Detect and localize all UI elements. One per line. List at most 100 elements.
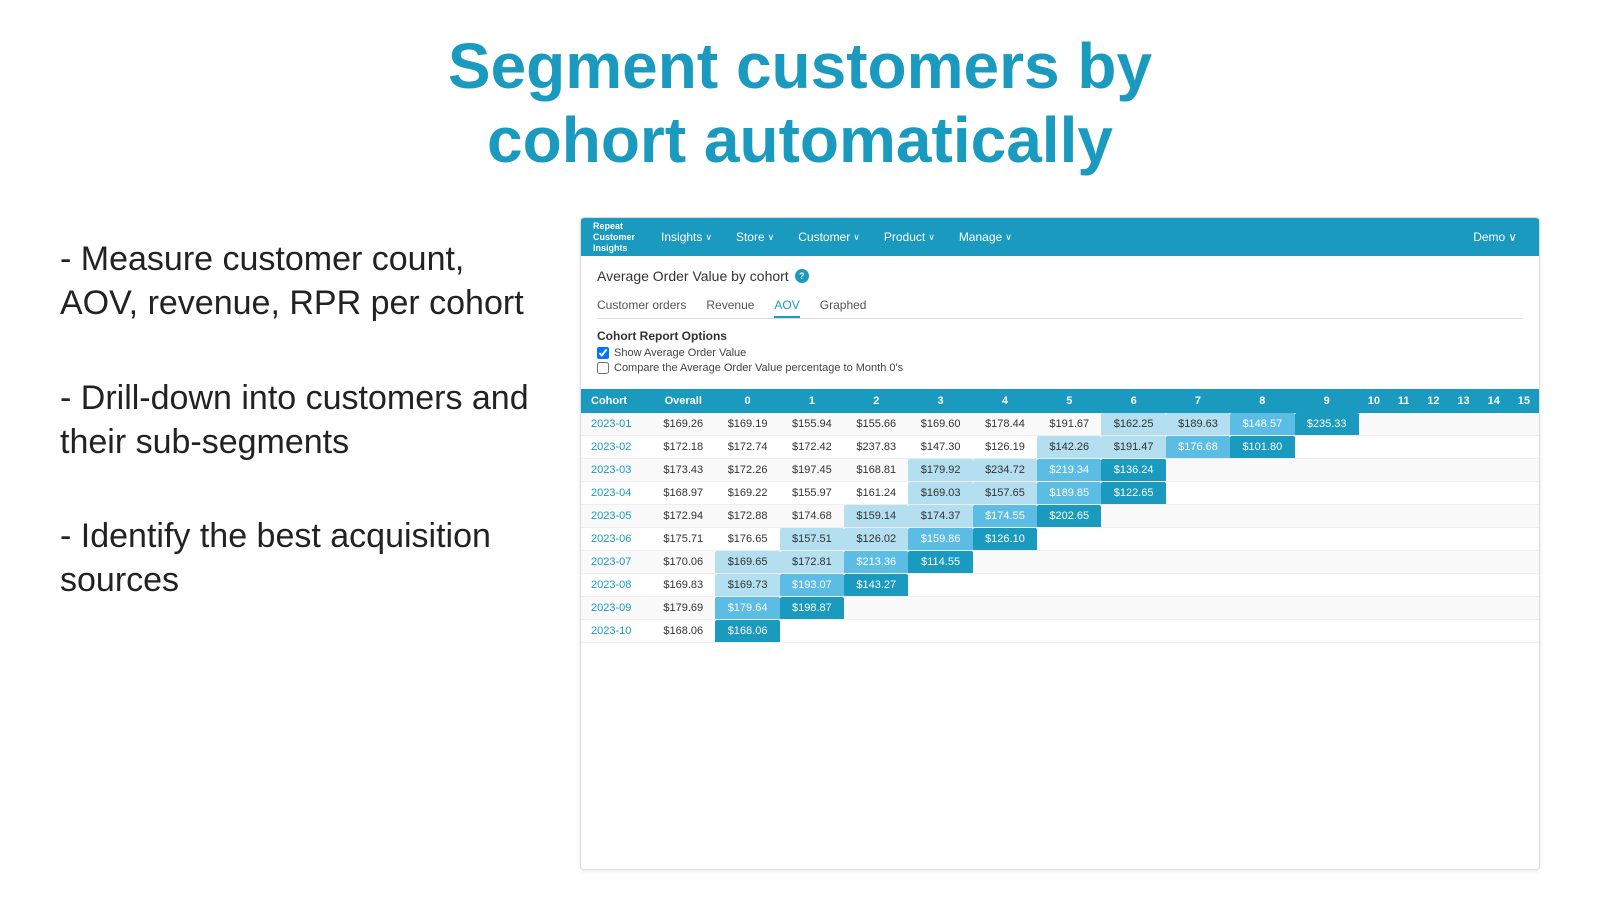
help-icon[interactable]: ? xyxy=(795,269,809,283)
cell-value xyxy=(1449,620,1479,643)
cell-cohort[interactable]: 2023-10 xyxy=(581,620,651,643)
cell-value xyxy=(1479,574,1509,597)
cell-cohort[interactable]: 2023-03 xyxy=(581,459,651,482)
checkbox2-label: Compare the Average Order Value percenta… xyxy=(614,362,903,374)
cell-value xyxy=(1509,574,1539,597)
cell-value xyxy=(1418,620,1448,643)
cell-value: $161.24 xyxy=(844,482,908,505)
cell-value xyxy=(1166,551,1230,574)
cell-cohort[interactable]: 2023-05 xyxy=(581,505,651,528)
cell-value xyxy=(1295,505,1359,528)
cell-value xyxy=(1418,413,1448,436)
cell-value xyxy=(1449,436,1479,459)
tab-customer-orders[interactable]: Customer orders xyxy=(597,294,686,318)
col-0: 0 xyxy=(715,389,779,413)
cell-value: $155.66 xyxy=(844,413,908,436)
cell-cohort[interactable]: 2023-06 xyxy=(581,528,651,551)
nav-store[interactable]: Store ∨ xyxy=(726,226,784,248)
cell-cohort[interactable]: 2023-07 xyxy=(581,551,651,574)
nav-customer[interactable]: Customer ∨ xyxy=(788,226,870,248)
cell-overall: $169.83 xyxy=(651,574,715,597)
cell-value xyxy=(1037,620,1101,643)
cell-value xyxy=(1359,413,1389,436)
table-row: 2023-04$168.97$169.22$155.97$161.24$169.… xyxy=(581,482,1539,505)
cell-value xyxy=(1389,597,1418,620)
cell-value: $172.81 xyxy=(780,551,844,574)
cell-value xyxy=(844,597,908,620)
cell-overall: $179.69 xyxy=(651,597,715,620)
cell-value xyxy=(973,620,1037,643)
checkbox-row-2: Compare the Average Order Value percenta… xyxy=(597,362,1523,374)
table-row: 2023-01$169.26$169.19$155.94$155.66$169.… xyxy=(581,413,1539,436)
bullet-2: - Drill-down into customers and their su… xyxy=(60,376,540,464)
show-aov-checkbox[interactable] xyxy=(597,347,609,359)
nav-demo[interactable]: Demo ∨ xyxy=(1463,226,1527,248)
cell-value xyxy=(1479,505,1509,528)
cell-cohort[interactable]: 2023-01 xyxy=(581,413,651,436)
cell-overall: $172.94 xyxy=(651,505,715,528)
bullet-3: - Identify the best acquisition sources xyxy=(60,514,540,602)
cell-value xyxy=(1037,574,1101,597)
tab-revenue[interactable]: Revenue xyxy=(706,294,754,318)
content-area: - Measure customer count, AOV, revenue, … xyxy=(60,217,1540,870)
cell-value: $176.68 xyxy=(1166,436,1230,459)
cell-value xyxy=(1359,459,1389,482)
compare-aov-checkbox[interactable] xyxy=(597,362,609,374)
cell-value: $172.26 xyxy=(715,459,779,482)
nav-insights[interactable]: Insights ∨ xyxy=(651,226,722,248)
cell-value: $191.47 xyxy=(1101,436,1165,459)
cell-value xyxy=(1295,436,1359,459)
cell-value: $213.36 xyxy=(844,551,908,574)
cell-value: $178.44 xyxy=(973,413,1037,436)
cell-value: $143.27 xyxy=(844,574,908,597)
cell-value xyxy=(1166,505,1230,528)
table-header-row: Cohort Overall 0 1 2 3 4 5 6 7 8 9 xyxy=(581,389,1539,413)
cell-value: $136.24 xyxy=(1101,459,1165,482)
nav-manage[interactable]: Manage ∨ xyxy=(949,226,1022,248)
cell-value xyxy=(1389,574,1418,597)
cell-value xyxy=(780,620,844,643)
nav-product[interactable]: Product ∨ xyxy=(874,226,945,248)
cell-value xyxy=(1359,528,1389,551)
cell-overall: $173.43 xyxy=(651,459,715,482)
col-4: 4 xyxy=(973,389,1037,413)
table-row: 2023-06$175.71$176.65$157.51$126.02$159.… xyxy=(581,528,1539,551)
app-panel: RepeatCustomerInsights Insights ∨ Store … xyxy=(580,217,1540,870)
cell-cohort[interactable]: 2023-09 xyxy=(581,597,651,620)
cell-value xyxy=(1101,620,1165,643)
cell-value xyxy=(1418,551,1448,574)
cell-value xyxy=(1389,459,1418,482)
cell-cohort[interactable]: 2023-02 xyxy=(581,436,651,459)
cell-value xyxy=(1479,551,1509,574)
cell-cohort[interactable]: 2023-04 xyxy=(581,482,651,505)
cohort-options-title: Cohort Report Options xyxy=(597,329,1523,343)
title-section: Segment customers by cohort automaticall… xyxy=(60,30,1540,177)
cell-value xyxy=(1418,505,1448,528)
page-container: Segment customers by cohort automaticall… xyxy=(0,0,1600,900)
cell-value: $193.07 xyxy=(780,574,844,597)
cell-value: $234.72 xyxy=(973,459,1037,482)
cell-value: $122.65 xyxy=(1101,482,1165,505)
cell-value xyxy=(1418,436,1448,459)
tab-aov[interactable]: AOV xyxy=(774,294,799,318)
cell-value: $169.19 xyxy=(715,413,779,436)
cell-value xyxy=(1449,459,1479,482)
col-cohort: Cohort xyxy=(581,389,651,413)
cell-value xyxy=(908,620,972,643)
cell-value xyxy=(1449,574,1479,597)
left-panel: - Measure customer count, AOV, revenue, … xyxy=(60,217,540,870)
cell-overall: $169.26 xyxy=(651,413,715,436)
nav-logo: RepeatCustomerInsights xyxy=(593,221,635,253)
cell-value: $172.88 xyxy=(715,505,779,528)
cell-cohort[interactable]: 2023-08 xyxy=(581,574,651,597)
table-row: 2023-05$172.94$172.88$174.68$159.14$174.… xyxy=(581,505,1539,528)
cell-value: $169.22 xyxy=(715,482,779,505)
report-header: Average Order Value by cohort ? Customer… xyxy=(581,256,1539,389)
cell-value: $235.33 xyxy=(1295,413,1359,436)
cell-value xyxy=(1230,597,1294,620)
table-row: 2023-03$173.43$172.26$197.45$168.81$179.… xyxy=(581,459,1539,482)
tab-graphed[interactable]: Graphed xyxy=(820,294,867,318)
cell-value xyxy=(1359,482,1389,505)
cell-value xyxy=(1295,459,1359,482)
cell-value xyxy=(1359,620,1389,643)
